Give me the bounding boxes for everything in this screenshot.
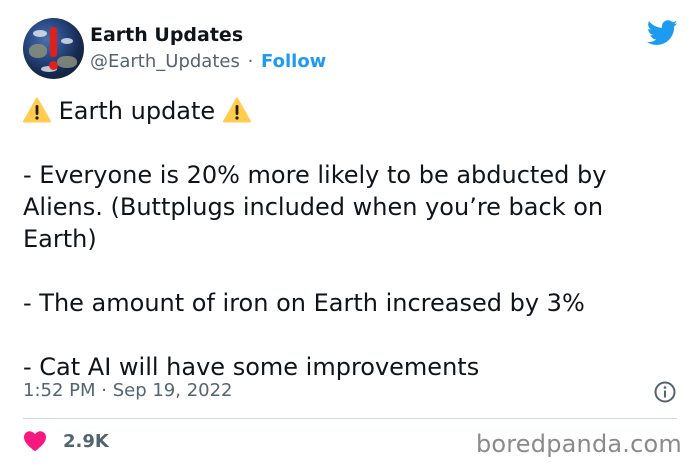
author-meta: @Earth_Updates · Follow — [90, 51, 326, 72]
exclamation-icon — [49, 27, 58, 71]
divider — [23, 418, 677, 419]
tweet-card: Earth Updates @Earth_Updates · Follow Ea… — [0, 0, 700, 471]
twitter-bird-icon[interactable] — [647, 20, 678, 46]
follow-button[interactable]: Follow — [261, 51, 326, 72]
tweet-headline-line: Earth update — [23, 95, 673, 127]
tweet-text-line: Aliens. (Buttplugs included when you’re … — [23, 193, 604, 221]
tweet-text-line: - Cat AI will have some improvements — [23, 353, 480, 381]
warning-icon — [23, 97, 51, 123]
tweet-timestamp[interactable]: 1:52 PM · Sep 19, 2022 — [23, 380, 233, 401]
watermark: boredpanda.com — [475, 430, 682, 458]
tweet-text-line: Earth) — [23, 225, 97, 253]
tweet-body: Earth update - Everyone is 20% more like… — [23, 95, 673, 383]
author-name[interactable]: Earth Updates — [90, 24, 243, 46]
like-count: 2.9K — [63, 430, 109, 452]
tweet-text-line: - The amount of iron on Earth increased … — [23, 289, 585, 317]
tweet-text-line: - Everyone is 20% more likely to be abdu… — [23, 161, 607, 189]
info-icon[interactable] — [654, 381, 676, 403]
meta-separator: · — [247, 51, 254, 72]
heart-icon — [24, 431, 46, 452]
tweet-headline: Earth update — [58, 97, 216, 125]
author-handle[interactable]: @Earth_Updates — [90, 51, 240, 72]
avatar[interactable] — [23, 18, 84, 79]
like-button[interactable]: 2.9K — [23, 430, 109, 452]
warning-icon — [222, 97, 251, 123]
